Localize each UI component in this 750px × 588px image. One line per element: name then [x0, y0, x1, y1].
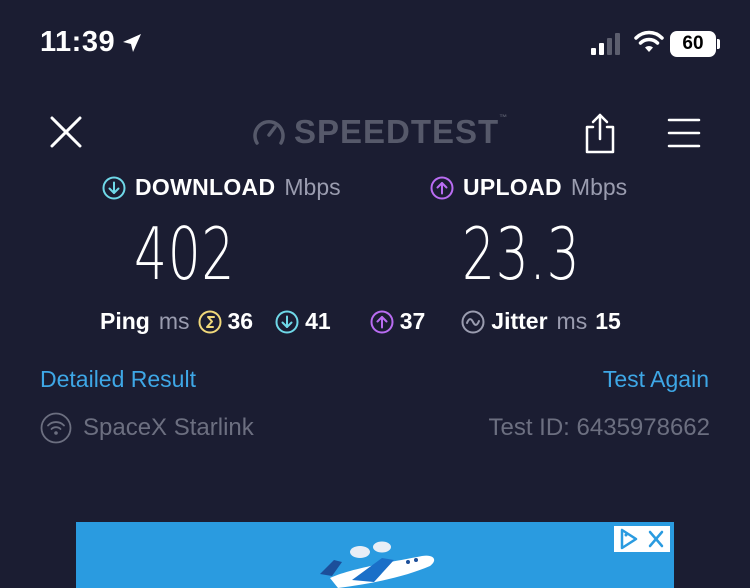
download-ping-value: 41 [305, 308, 331, 334]
upload-latency-icon [370, 310, 394, 333]
download-latency-icon [275, 310, 299, 333]
ad-choices-close-button[interactable] [614, 526, 670, 552]
jitter-label: Jitter [491, 308, 548, 334]
ping-jitter-row: Ping ms 36 41 37 Jitter ms 15 [100, 308, 621, 335]
idle-latency-icon [198, 310, 222, 333]
detailed-result-link[interactable]: Detailed Result [40, 366, 196, 393]
share-icon [585, 113, 615, 154]
jitter-wave-icon [461, 310, 485, 333]
speedometer-icon [253, 120, 285, 145]
menu-button[interactable] [666, 116, 702, 150]
upload-speed-value: 23.3 [462, 212, 581, 296]
close-icon [50, 116, 82, 148]
airplane-ad-image [320, 541, 435, 588]
ad-choices-icon [620, 528, 638, 550]
download-speed-value: 402 [134, 212, 236, 296]
ping-label: Ping [100, 308, 150, 334]
menu-icon [667, 118, 701, 148]
test-id: Test ID: 6435978662 [488, 414, 711, 441]
upload-arrow-icon [430, 176, 454, 199]
location-arrow-icon [123, 34, 141, 52]
test-again-link[interactable]: Test Again [603, 366, 709, 393]
speedtest-logo-text: SPEEDTEST™ [294, 113, 509, 150]
provider-wifi-icon [40, 412, 72, 444]
upload-label: UPLOAD [463, 174, 562, 200]
battery-indicator: 60 [670, 31, 716, 57]
upload-header: UPLOAD Mbps [430, 174, 627, 201]
ping-unit: ms [158, 308, 190, 334]
jitter-value: 15 [595, 308, 621, 334]
provider-name: SpaceX Starlink [83, 414, 254, 441]
idle-ping-value: 36 [227, 308, 254, 334]
wifi-icon [634, 30, 664, 52]
upload-unit: Mbps [570, 174, 628, 200]
download-arrow-icon [102, 176, 126, 199]
share-button[interactable] [582, 112, 618, 154]
close-button[interactable] [46, 112, 86, 152]
upload-ping-value: 37 [399, 308, 426, 334]
jitter-unit: ms [556, 308, 588, 334]
status-time: 11:39 [40, 26, 116, 58]
battery-nub [717, 39, 720, 49]
cellular-signal-icon [591, 33, 620, 55]
close-icon [648, 530, 664, 548]
download-unit: Mbps [284, 174, 341, 200]
download-label: DOWNLOAD [135, 174, 276, 200]
download-header: DOWNLOAD Mbps [102, 174, 341, 201]
